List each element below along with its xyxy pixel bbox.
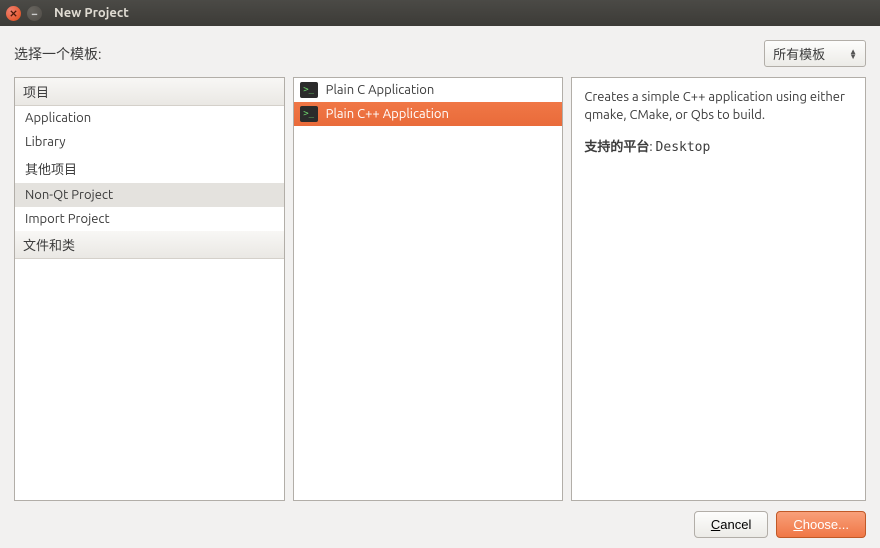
template-label: Plain C++ Application [326, 107, 449, 121]
close-window-button[interactable] [6, 6, 21, 21]
template-filter-dropdown[interactable]: 所有模板 ▲▼ [764, 40, 866, 67]
categories-panel: 项目 Application Library 其他项目 Non-Qt Proje… [14, 77, 285, 501]
category-item-library[interactable]: Library [15, 130, 284, 154]
platforms-value: Desktop [656, 140, 711, 155]
category-item-import[interactable]: Import Project [15, 207, 284, 231]
category-header-files: 文件和类 [15, 231, 284, 259]
description-panel: Creates a simple C++ application using e… [571, 77, 866, 501]
category-item-non-qt[interactable]: Non-Qt Project [15, 183, 284, 207]
cancel-button-rest: ancel [720, 517, 751, 532]
description-text: Creates a simple C++ application using e… [584, 88, 853, 124]
template-label: Plain C Application [326, 83, 435, 97]
supported-platforms: 支持的平台: Desktop [584, 136, 853, 155]
choose-button-rest: hoose... [803, 517, 849, 532]
dropdown-arrows-icon: ▲▼ [849, 49, 857, 59]
category-item-application[interactable]: Application [15, 106, 284, 130]
category-header-projects: 项目 [15, 78, 284, 106]
category-item-other[interactable]: 其他项目 [15, 154, 284, 183]
dialog-buttons: Cancel Choose... [14, 511, 866, 538]
dropdown-value: 所有模板 [773, 44, 825, 63]
terminal-icon: >_ [300, 82, 318, 98]
template-item-plain-cpp[interactable]: >_ Plain C++ Application [294, 102, 563, 126]
templates-panel: >_ Plain C Application >_ Plain C++ Appl… [293, 77, 564, 501]
titlebar: New Project [0, 0, 880, 26]
choose-template-label: 选择一个模板: [14, 44, 101, 64]
platforms-label: 支持的平台 [584, 140, 649, 154]
template-item-plain-c[interactable]: >_ Plain C Application [294, 78, 563, 102]
terminal-icon: >_ [300, 106, 318, 122]
dialog-content: 选择一个模板: 所有模板 ▲▼ 项目 Application Library 其… [0, 26, 880, 548]
top-row: 选择一个模板: 所有模板 ▲▼ [14, 40, 866, 67]
minimize-window-button[interactable] [27, 6, 42, 21]
panels: 项目 Application Library 其他项目 Non-Qt Proje… [14, 77, 866, 501]
choose-button[interactable]: Choose... [776, 511, 866, 538]
window-title: New Project [54, 6, 129, 20]
cancel-button[interactable]: Cancel [694, 511, 768, 538]
